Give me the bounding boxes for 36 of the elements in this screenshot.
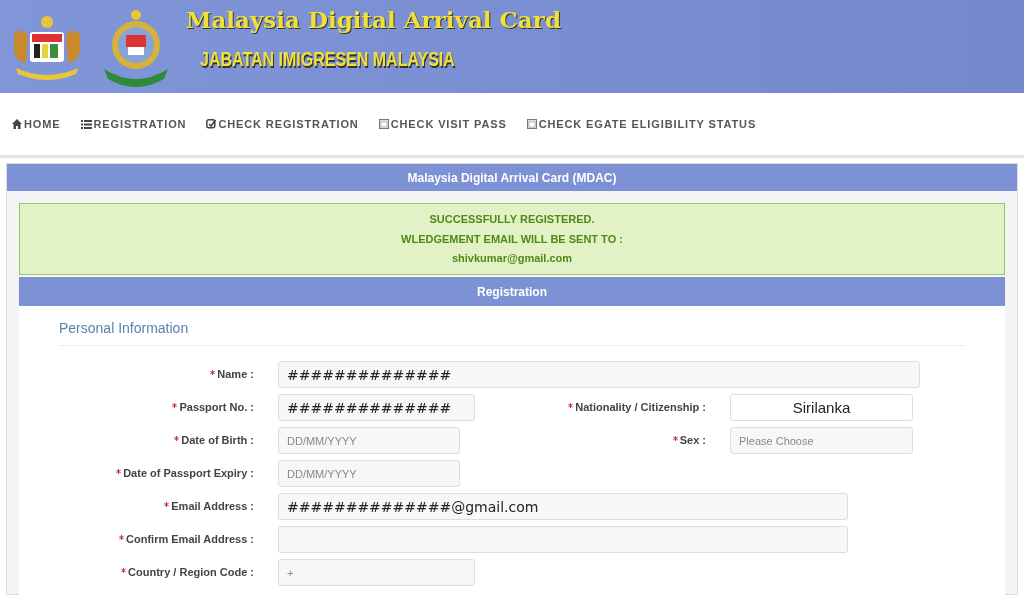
calendar-icon [526,119,537,129]
nav-link[interactable]: REGISTRATION [80,115,187,133]
input-field[interactable]: Please Choose [730,427,913,454]
nav-link[interactable]: CHECK EGATE ELIGIBILITY STATUS [526,115,757,133]
site-title: Malaysia Digital Arrival Card [186,5,561,36]
input-field[interactable]: ############## [278,361,920,388]
field-label: Date of Passport Expiry : [59,465,254,482]
nav-link[interactable]: CHECK VISIT PASS [378,115,507,133]
field-label: Email Address : [59,498,254,515]
alert-text: shivkumar@gmail.com [451,251,573,267]
input-field[interactable] [278,526,848,553]
calendar-icon [378,119,389,129]
site-subtitle: JABATAN IMIGRESEN MALAYSIA [200,47,456,72]
alert-text: WLEDGEMENT EMAIL WILL BE SENT TO : [401,231,623,247]
input-field[interactable]: + [278,559,475,586]
field-label: Passport No. : [59,399,254,416]
nav-link[interactable]: CHECK REGISTRATION [206,115,359,133]
field-label: Confirm Email Address : [59,531,254,548]
field-label: Nationality / Citizenship : [475,399,706,416]
input-field[interactable]: ##############@gmail.com [278,493,848,520]
field-label: Name : [59,366,254,383]
field-label: Date of Birth : [59,432,254,449]
nav-link[interactable]: HOME [12,115,61,133]
section-header: Registration [19,277,1005,306]
input-field[interactable]: DD/MM/YYYY [278,427,460,454]
home-icon [12,119,22,129]
alert-text: SUCCESSFULLY REGISTERED. [429,212,595,228]
input-field[interactable]: ############## [278,394,475,421]
section-title: Personal Information [59,319,190,338]
list-icon [80,119,92,129]
input-field[interactable]: DD/MM/YYYY [278,460,460,487]
input-field[interactable]: Sirilanka [730,394,913,421]
check-square-icon [206,119,217,129]
panel-header: Malaysia Digital Arrival Card (MDAC) [7,164,1017,191]
field-label: Sex : [460,432,706,449]
field-label: Country / Region Code : [59,564,254,581]
